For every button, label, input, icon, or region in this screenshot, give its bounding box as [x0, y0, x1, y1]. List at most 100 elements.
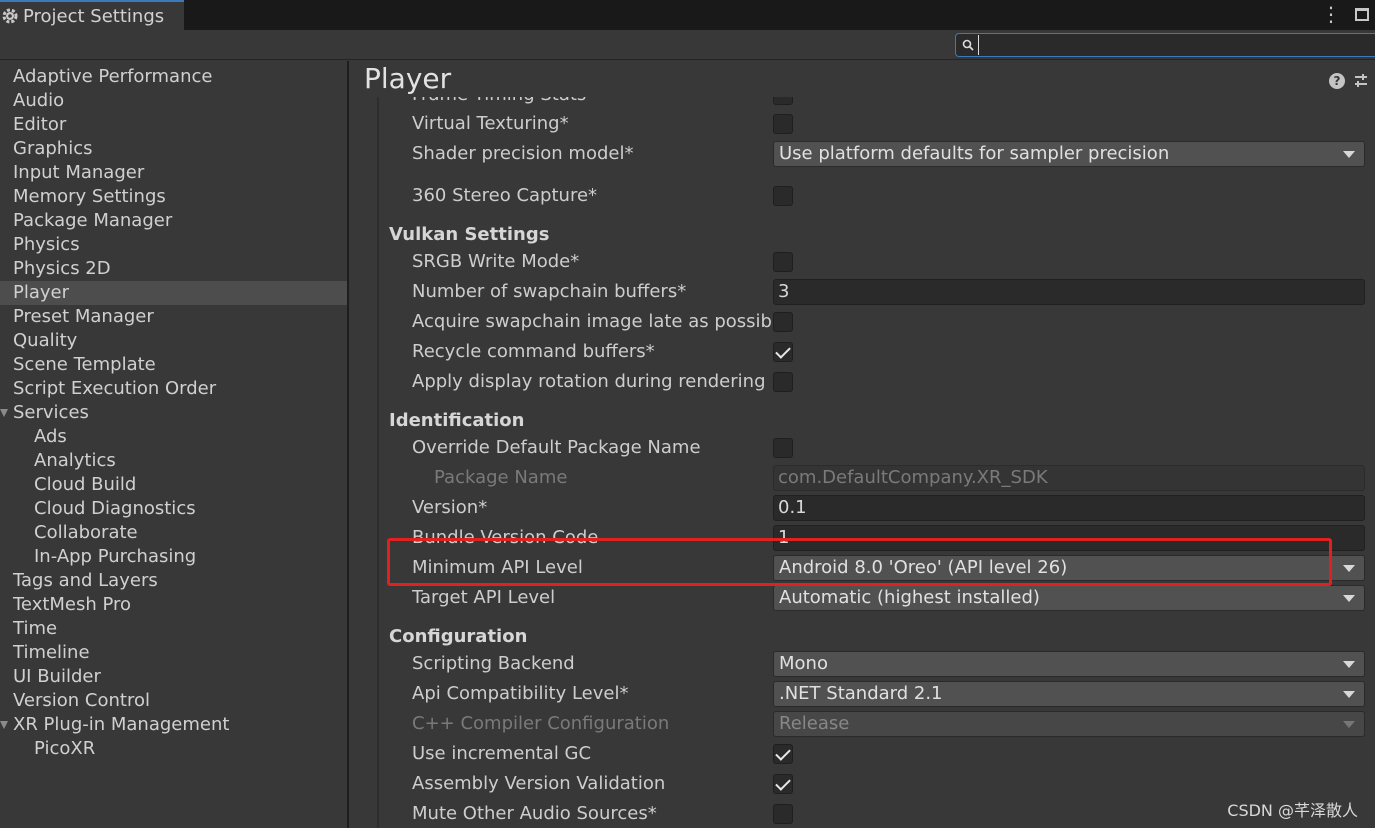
sidebar-item-graphics[interactable]: Graphics	[0, 137, 347, 161]
sidebar-item-label: Ads	[34, 426, 67, 447]
sidebar-item-label: Physics 2D	[13, 258, 111, 279]
sidebar-item-collaborate[interactable]: Collaborate	[0, 521, 347, 545]
c-compiler-configuration-dropdown: Release	[773, 711, 1365, 737]
number-of-swapchain-buffers-label: Number of swapchain buffers*	[412, 281, 687, 302]
c-compiler-configuration-label: C++ Compiler Configuration	[412, 713, 670, 734]
maximize-icon[interactable]	[1355, 7, 1369, 21]
search-bar	[0, 30, 1375, 60]
search-box[interactable]	[955, 33, 1375, 57]
360-stereo-capture-checkbox[interactable]	[773, 186, 793, 206]
help-icon[interactable]: ?	[1329, 73, 1345, 89]
sidebar-item-package-manager[interactable]: Package Manager	[0, 209, 347, 233]
title-bar: Project Settings ⋮	[0, 0, 1375, 30]
assembly-version-validation-checkbox[interactable]	[773, 774, 793, 794]
sidebar-item-input-manager[interactable]: Input Manager	[0, 161, 347, 185]
apply-display-rotation-during-rendering-checkbox[interactable]	[773, 372, 793, 392]
kebab-menu-icon[interactable]: ⋮	[1321, 4, 1341, 24]
sidebar-item-label: Editor	[13, 114, 67, 135]
sidebar-item-analytics[interactable]: Analytics	[0, 449, 347, 473]
tab-title: Project Settings	[23, 5, 165, 27]
sidebar-item-editor[interactable]: Editor	[0, 113, 347, 137]
settings-sidebar: Adaptive Performance Audio Editor Graphics I…	[0, 61, 347, 828]
sidebar-item-label: Adaptive Performance	[13, 66, 213, 87]
preset-settings-icon[interactable]	[1353, 72, 1369, 90]
sidebar-item-time[interactable]: Time	[0, 617, 347, 641]
unity-project-settings-window: Project Settings ⋮ Adaptive Performance A…	[0, 0, 1375, 828]
panel-header	[349, 61, 1375, 97]
sidebar-item-label: Package Manager	[13, 210, 173, 231]
sidebar-item-in-app-purchasing[interactable]: In-App Purchasing	[0, 545, 347, 569]
search-icon	[962, 39, 974, 51]
dropdown-arrow-icon	[1343, 721, 1355, 728]
recycle-command-buffers-checkbox[interactable]	[773, 342, 793, 362]
srgb-write-mode-checkbox[interactable]	[773, 252, 793, 272]
sidebar-item-version-control[interactable]: Version Control	[0, 689, 347, 713]
sidebar-item-player[interactable]: Player	[0, 281, 347, 305]
search-input[interactable]	[978, 35, 1375, 55]
mute-other-audio-sources-label: Mute Other Audio Sources*	[412, 803, 657, 824]
use-incremental-gc-checkbox[interactable]	[773, 744, 793, 764]
number-of-swapchain-buffers-field[interactable]: 3	[773, 279, 1365, 305]
sidebar-item-timeline[interactable]: Timeline	[0, 641, 347, 665]
srgb-write-mode-label: SRGB Write Mode*	[412, 251, 580, 272]
sidebar-item-label: Cloud Diagnostics	[34, 498, 196, 519]
section-title-configuration[interactable]: Configuration	[389, 625, 527, 649]
sidebar-item-label: Physics	[13, 234, 80, 255]
sidebar-item-tags-and-layers[interactable]: Tags and Layers	[0, 569, 347, 593]
foldout-arrow-icon[interactable]	[0, 409, 8, 417]
sidebar-item-xr-plug-in-management[interactable]: XR Plug-in Management	[0, 713, 347, 737]
dropdown-value: Use platform defaults for sampler precis…	[779, 143, 1170, 164]
360-stereo-capture-label: 360 Stereo Capture*	[412, 185, 598, 206]
sidebar-item-script-execution-order[interactable]: Script Execution Order	[0, 377, 347, 401]
mute-other-audio-sources-checkbox[interactable]	[773, 804, 793, 824]
sidebar-item-scene-template[interactable]: Scene Template	[0, 353, 347, 377]
sidebar-item-preset-manager[interactable]: Preset Manager	[0, 305, 347, 329]
dropdown-value: Release	[779, 713, 850, 734]
sidebar-item-label: Time	[13, 618, 58, 639]
shader-precision-model-dropdown[interactable]: Use platform defaults for sampler precis…	[773, 141, 1365, 167]
dropdown-value: .NET Standard 2.1	[779, 683, 943, 704]
sidebar-item-picoxr[interactable]: PicoXR	[0, 737, 347, 761]
sidebar-item-quality[interactable]: Quality	[0, 329, 347, 353]
sidebar-item-textmesh-pro[interactable]: TextMesh Pro	[0, 593, 347, 617]
dropdown-arrow-icon	[1343, 661, 1355, 668]
project-settings-tab[interactable]: Project Settings	[0, 0, 184, 30]
sidebar-item-cloud-diagnostics[interactable]: Cloud Diagnostics	[0, 497, 347, 521]
section-title-vulkan[interactable]: Vulkan Settings	[389, 223, 549, 247]
target-api-level-dropdown[interactable]: Automatic (highest installed)	[773, 585, 1365, 611]
scripting-backend-dropdown[interactable]: Mono	[773, 651, 1365, 677]
scripting-backend-label: Scripting Backend	[412, 653, 575, 674]
sidebar-item-label: Input Manager	[13, 162, 145, 183]
sidebar-item-physics-2d[interactable]: Physics 2D	[0, 257, 347, 281]
dropdown-arrow-icon	[1343, 565, 1355, 572]
sidebar-item-label: XR Plug-in Management	[13, 714, 230, 735]
dropdown-arrow-icon	[1343, 595, 1355, 602]
sidebar-item-ads[interactable]: Ads	[0, 425, 347, 449]
shader-precision-model-label: Shader precision model*	[412, 143, 634, 164]
sidebar-item-adaptive-performance[interactable]: Adaptive Performance	[0, 65, 347, 89]
sidebar-item-label: Collaborate	[34, 522, 138, 543]
override-default-package-name-checkbox[interactable]	[773, 438, 793, 458]
sidebar-item-services[interactable]: Services	[0, 401, 347, 425]
sidebar-item-ui-builder[interactable]: UI Builder	[0, 665, 347, 689]
sidebar-item-label: PicoXR	[34, 738, 96, 759]
sidebar-item-physics[interactable]: Physics	[0, 233, 347, 257]
player-settings-panel: Player ? Frame Timing Stats Virtual Text…	[349, 61, 1375, 828]
page-title: Player	[364, 62, 452, 95]
acquire-swapchain-image-late-as-possible-checkbox[interactable]	[773, 312, 793, 332]
virtual-texturing-label: Virtual Texturing*	[412, 113, 569, 134]
sidebar-item-cloud-build[interactable]: Cloud Build	[0, 473, 347, 497]
dropdown-value: Mono	[779, 653, 828, 674]
version-field[interactable]: 0.1	[773, 495, 1365, 521]
sidebar-item-label: Audio	[13, 90, 65, 111]
use-incremental-gc-label: Use incremental GC	[412, 743, 592, 764]
package-name-label: Package Name	[434, 467, 568, 488]
virtual-texturing-checkbox[interactable]	[773, 114, 793, 134]
api-compatibility-level-dropdown[interactable]: .NET Standard 2.1	[773, 681, 1365, 707]
section-title-identification[interactable]: Identification	[389, 409, 525, 433]
sidebar-item-audio[interactable]: Audio	[0, 89, 347, 113]
version-label: Version*	[412, 497, 488, 518]
sidebar-item-label: Analytics	[34, 450, 116, 471]
sidebar-item-memory-settings[interactable]: Memory Settings	[0, 185, 347, 209]
foldout-arrow-icon[interactable]	[0, 721, 8, 729]
